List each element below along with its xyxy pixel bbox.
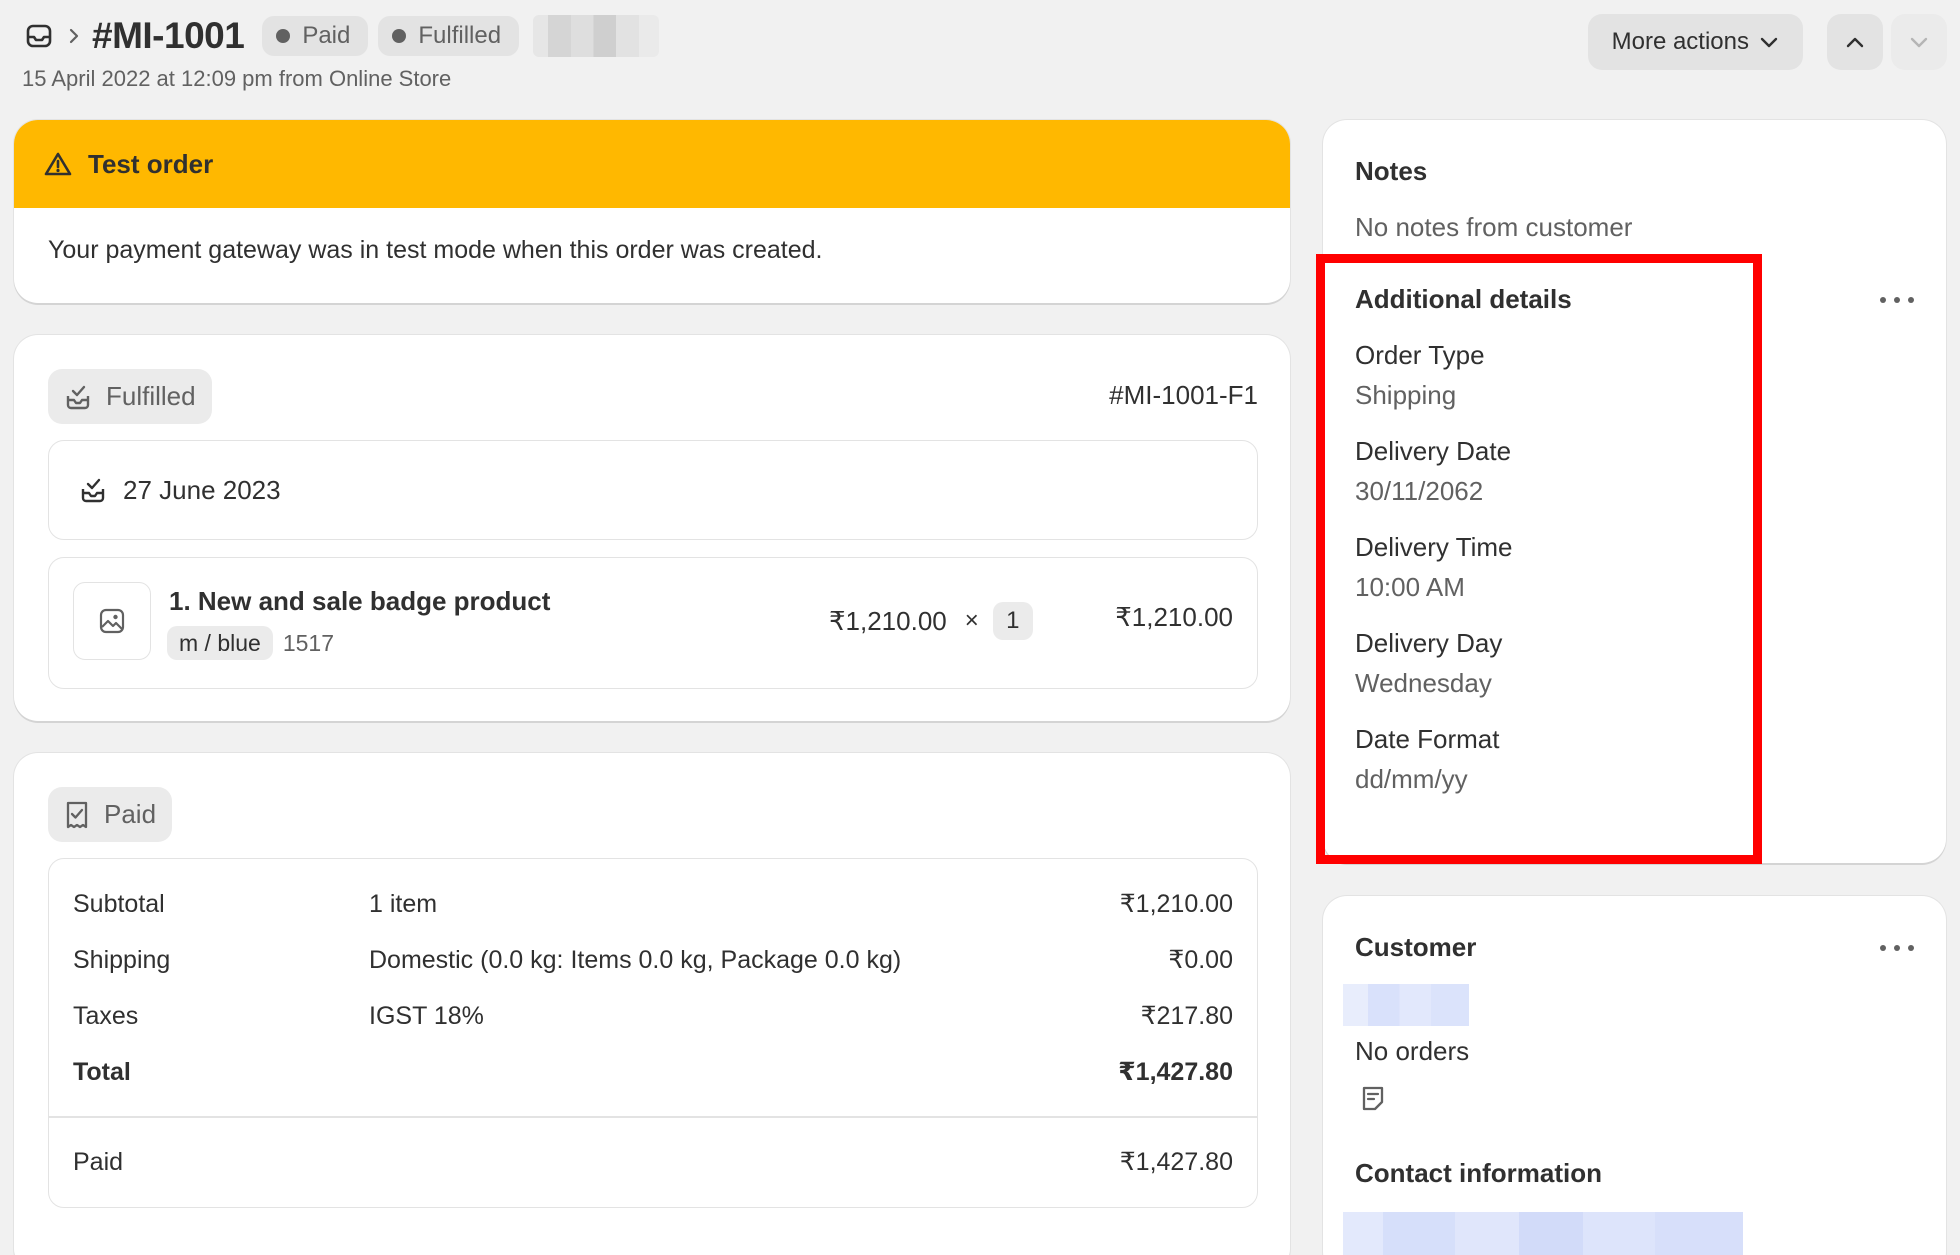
fulfilled-label: Fulfilled — [106, 381, 196, 411]
product-title-link[interactable]: 1. New and sale badge product — [169, 586, 550, 617]
row-label: Shipping — [73, 945, 171, 974]
taxes-row: Taxes IGST 18% ₹217.80 — [73, 996, 1233, 1036]
header-actions: More actions — [1587, 14, 1947, 70]
chevron-down-icon — [1760, 37, 1778, 48]
unit-price: ₹1,210.00 — [829, 605, 947, 636]
notes-text: No notes from customer — [1355, 212, 1633, 242]
test-order-banner: Test order Your payment gateway was in t… — [14, 120, 1290, 303]
warning-icon — [44, 152, 72, 176]
fulfillment-card: Fulfilled #MI-1001-F1 27 June 2023 1. Ne… — [14, 335, 1290, 721]
unit-price-quantity: ₹1,210.00 × 1 — [829, 602, 1033, 640]
row-label: Subtotal — [73, 889, 165, 918]
fulfillment-id: #MI-1001-F1 — [1109, 380, 1258, 410]
line-item: 1. New and sale badge product m / blue 1… — [48, 557, 1258, 689]
quantity-badge: 1 — [992, 602, 1033, 640]
contact-information-title: Contact information — [1355, 1158, 1602, 1188]
more-actions-label: More actions — [1611, 28, 1749, 55]
breadcrumb: #MI-1001 Paid Fulfilled — [22, 14, 660, 58]
page-title: #MI-1001 — [92, 15, 245, 56]
multiply-sign: × — [964, 607, 979, 634]
customer-title: Customer — [1355, 932, 1477, 962]
row-amount: ₹0.00 — [1168, 946, 1233, 974]
previous-order-button[interactable] — [1827, 14, 1883, 70]
redacted-contact-email — [1343, 1212, 1743, 1255]
more-options-icon[interactable] — [1880, 290, 1914, 310]
subtotal-row: Subtotal 1 item ₹1,210.00 — [73, 884, 1233, 924]
test-order-title: Test order — [88, 148, 214, 179]
status-badge-fulfilled: Fulfilled — [378, 16, 520, 56]
payment-summary: Subtotal 1 item ₹1,210.00 Shipping Domes… — [48, 858, 1258, 1208]
test-order-message: Your payment gateway was in test mode wh… — [48, 236, 823, 264]
total-row: Total ₹1,427.80 — [73, 1052, 1233, 1092]
customer-card: Customer No orders Contact information — [1323, 896, 1946, 1255]
row-amount: ₹1,427.80 — [1118, 1058, 1233, 1086]
fulfillment-date: 27 June 2023 — [123, 474, 281, 505]
fulfillment-date-box: 27 June 2023 — [48, 440, 1258, 540]
product-thumbnail[interactable] — [73, 582, 151, 660]
receipt-check-icon — [66, 801, 88, 828]
paid-row: Paid ₹1,427.80 — [73, 1142, 1233, 1182]
product-sku: 1517 — [282, 629, 334, 656]
image-placeholder-icon — [99, 608, 125, 634]
row-label: Total — [73, 1057, 131, 1086]
customer-orders: No orders — [1355, 1036, 1470, 1066]
shipping-row: Shipping Domestic (0.0 kg: Items 0.0 kg,… — [73, 940, 1233, 980]
chevron-right-icon — [62, 27, 86, 45]
row-description: IGST 18% — [369, 1001, 484, 1030]
orders-inbox-icon[interactable] — [22, 19, 56, 53]
order-subtitle: 15 April 2022 at 12:09 pm from Online St… — [22, 66, 452, 91]
highlight-box — [1316, 254, 1762, 864]
fulfilled-status-label: Fulfilled — [48, 369, 212, 424]
test-order-header: Test order — [14, 120, 1290, 208]
row-amount: ₹1,427.80 — [1119, 1148, 1233, 1176]
more-options-icon[interactable] — [1880, 938, 1914, 958]
row-description: 1 item — [369, 889, 438, 918]
fulfilled-box-icon — [81, 478, 105, 503]
chevron-up-icon — [1846, 37, 1864, 48]
more-actions-button[interactable]: More actions — [1587, 14, 1803, 70]
line-total: ₹1,210.00 — [1115, 602, 1233, 632]
redacted-customer-name — [1343, 984, 1469, 1026]
badge-label: Fulfilled — [418, 22, 502, 49]
redacted-badge — [533, 15, 660, 57]
chevron-down-icon — [1910, 37, 1928, 48]
row-description: Domestic (0.0 kg: Items 0.0 kg, Package … — [369, 945, 902, 974]
fulfilled-box-icon — [66, 385, 90, 409]
next-order-button[interactable] — [1891, 14, 1947, 70]
page-header: #MI-1001 Paid Fulfilled 15 April 2022 at… — [22, 14, 1947, 91]
row-amount: ₹217.80 — [1140, 1002, 1233, 1030]
badge-label: Paid — [302, 22, 351, 49]
customer-note-icon[interactable] — [1359, 1084, 1387, 1117]
product-variant: m / blue 1517 — [167, 626, 334, 660]
status-badge-paid: Paid — [262, 16, 369, 56]
payment-card: Paid Subtotal 1 item ₹1,210.00 Shipping … — [14, 753, 1290, 1255]
row-label: Taxes — [73, 1001, 139, 1030]
row-amount: ₹1,210.00 — [1119, 890, 1233, 918]
status-dot-icon — [392, 29, 407, 43]
divider — [49, 1116, 1257, 1118]
notes-title: Notes — [1355, 156, 1428, 186]
status-dot-icon — [276, 29, 291, 43]
paid-label: Paid — [104, 799, 157, 829]
row-label: Paid — [73, 1147, 124, 1176]
paid-status-label: Paid — [48, 787, 173, 842]
variant-tag: m / blue — [167, 626, 273, 660]
